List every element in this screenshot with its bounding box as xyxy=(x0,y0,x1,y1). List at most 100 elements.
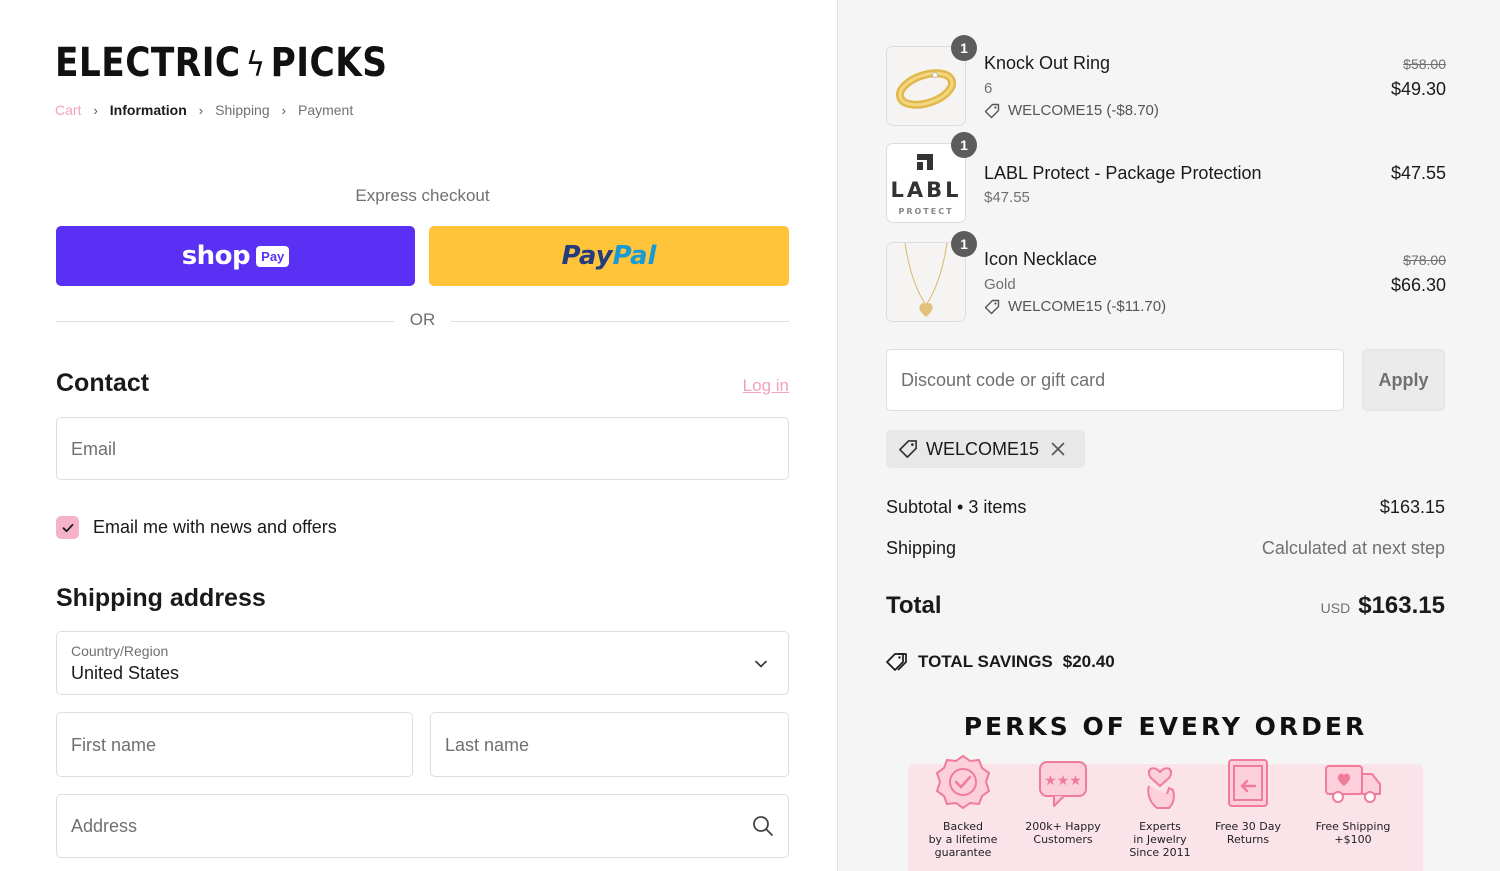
hand-heart-icon xyxy=(1147,767,1175,809)
savings-value: $20.40 xyxy=(1062,652,1115,671)
shop-pay-badge: Pay xyxy=(256,245,290,267)
paypal-wordmark-pay: Pay xyxy=(561,241,613,271)
breadcrumb-shipping: Shipping xyxy=(215,102,270,118)
truck-icon xyxy=(1325,765,1381,803)
item-name: Icon Necklace xyxy=(984,249,1098,269)
savings-tag-icon xyxy=(886,653,907,671)
perks-heading: PERKS OF EVERY ORDER xyxy=(963,712,1368,741)
product-thumbnail: 1 xyxy=(886,231,977,322)
total-row: Total USD $163.15 xyxy=(886,592,1445,624)
item-price: $47.55 xyxy=(1390,163,1446,183)
checkmark-icon xyxy=(62,523,73,532)
cart-item: LABL PROTECT 1 LABL Protect - Package Pr… xyxy=(886,132,1446,223)
chevron-right-icon: › xyxy=(93,102,98,118)
total-currency: USD xyxy=(1320,600,1351,616)
ring-image-icon xyxy=(887,47,965,125)
item-discount-text: WELCOME15 (-$8.70) xyxy=(1008,102,1159,119)
quantity-badge: 1 xyxy=(951,35,977,61)
perk-text: Experts in Jewelry Since 2011 xyxy=(1129,820,1191,859)
express-checkout-label: Express checkout xyxy=(355,186,490,205)
chevron-right-icon: › xyxy=(198,102,204,118)
applied-discount-code: WELCOME15 xyxy=(926,438,1040,459)
email-placeholder: Email xyxy=(71,439,117,459)
last-name-placeholder: Last name xyxy=(445,735,530,755)
contact-heading: Contact xyxy=(56,369,150,397)
login-link[interactable]: Log in xyxy=(743,376,789,396)
tag-icon xyxy=(984,103,1000,118)
perk-item: Backed by a lifetime guarantee xyxy=(913,752,1013,859)
item-name: Knock Out Ring xyxy=(984,53,1111,73)
search-icon xyxy=(753,816,773,836)
first-name-placeholder: First name xyxy=(71,735,157,755)
newsletter-label: Email me with news and offers xyxy=(93,517,337,537)
item-price: $66.30 xyxy=(1390,275,1446,295)
or-divider: OR xyxy=(56,310,789,332)
address-field[interactable]: Address xyxy=(56,794,789,858)
chevron-down-icon xyxy=(755,660,767,668)
country-value: United States xyxy=(71,663,180,683)
perk-item: Free 30 Day Returns xyxy=(1198,752,1298,846)
lightning-bolt-icon: ϟ xyxy=(245,45,266,85)
newsletter-checkbox[interactable] xyxy=(56,516,79,539)
item-price: $49.30 xyxy=(1390,79,1446,99)
total-value: $163.15 xyxy=(1358,592,1445,619)
breadcrumb-information: Information xyxy=(109,102,187,118)
breadcrumb-cart[interactable]: Cart xyxy=(55,102,81,118)
product-thumbnail: LABL PROTECT 1 xyxy=(886,132,977,223)
savings-label: TOTAL SAVINGS xyxy=(918,652,1053,671)
total-label: Total xyxy=(886,592,942,619)
item-variant: $47.55 xyxy=(984,189,1030,206)
newsletter-option[interactable]: Email me with news and offers xyxy=(56,516,337,539)
chevron-right-icon: › xyxy=(281,102,286,118)
apply-discount-button[interactable]: Apply xyxy=(1362,349,1445,411)
shipping-row: Shipping Calculated at next step xyxy=(886,538,1445,562)
tag-icon xyxy=(899,440,917,458)
item-original-price: $58.00 xyxy=(1403,56,1446,72)
country-label: Country/Region xyxy=(71,643,169,659)
perk-item: Experts in Jewelry Since 2011 xyxy=(1110,752,1210,859)
breadcrumb-payment: Payment xyxy=(297,102,354,118)
product-thumbnail: 1 xyxy=(886,35,977,126)
last-name-field[interactable]: Last name xyxy=(430,712,789,777)
remove-discount-icon[interactable] xyxy=(1051,442,1065,456)
item-original-price: $78.00 xyxy=(1403,252,1446,268)
stars-icon: ★★★ xyxy=(1039,761,1087,807)
item-discount-text: WELCOME15 (-$11.70) xyxy=(1008,298,1167,315)
shipping-address-heading: Shipping address xyxy=(56,584,266,612)
first-name-field[interactable]: First name xyxy=(56,712,413,777)
perk-text: Free Shipping +$100 xyxy=(1315,820,1391,846)
cart-item: 1 Knock Out Ring 6 WELCOME15 (-$8.70) $5… xyxy=(886,35,1446,126)
brand-logo[interactable]: ELECTRIC ϟ PICKS xyxy=(55,40,387,86)
perk-text: Free 30 Day Returns xyxy=(1214,820,1282,846)
subtotal-label: Subtotal • 3 items xyxy=(886,497,1027,517)
email-field[interactable]: Email xyxy=(56,417,789,480)
paypal-button[interactable]: Pay Pal xyxy=(429,226,789,286)
shipping-value: Calculated at next step xyxy=(1261,538,1445,558)
labl-protect-subtext: PROTECT xyxy=(898,207,954,216)
subtotal-row: Subtotal • 3 items $163.15 xyxy=(886,497,1445,521)
perk-text: Backed by a lifetime guarantee xyxy=(928,820,998,859)
tag-icon xyxy=(984,299,1000,314)
item-variant: Gold xyxy=(984,276,1016,293)
subtotal-value: $163.15 xyxy=(1379,497,1445,517)
shop-pay-wordmark: shop xyxy=(181,241,251,271)
divider-line-right xyxy=(451,321,789,322)
perk-item: Free Shipping +$100 xyxy=(1303,752,1403,846)
shop-pay-button[interactable]: shop Pay xyxy=(56,226,415,286)
necklace-image-icon xyxy=(887,242,965,321)
total-amount: USD $163.15 xyxy=(1321,592,1445,620)
item-variant: 6 xyxy=(984,80,993,97)
country-select[interactable]: Country/Region United States xyxy=(56,631,789,695)
returns-icon xyxy=(1228,759,1268,807)
quantity-badge: 1 xyxy=(951,231,977,257)
perk-item: ★★★ 200k+ Happy Customers xyxy=(1013,752,1113,846)
badge-icon xyxy=(935,754,991,810)
item-discount: WELCOME15 (-$8.70) xyxy=(984,102,1159,119)
discount-code-input[interactable]: Discount code or gift card xyxy=(886,349,1344,411)
cart-item: 1 Icon Necklace Gold WELCOME15 (-$11.70)… xyxy=(886,231,1446,322)
or-label: OR xyxy=(409,310,436,329)
address-placeholder: Address xyxy=(71,816,138,836)
applied-discount-chip: WELCOME15 xyxy=(886,430,1086,468)
perk-text: 200k+ Happy Customers xyxy=(1025,820,1101,846)
checkout-main: ELECTRIC ϟ PICKS Cart › Information › Ship… xyxy=(0,0,837,871)
